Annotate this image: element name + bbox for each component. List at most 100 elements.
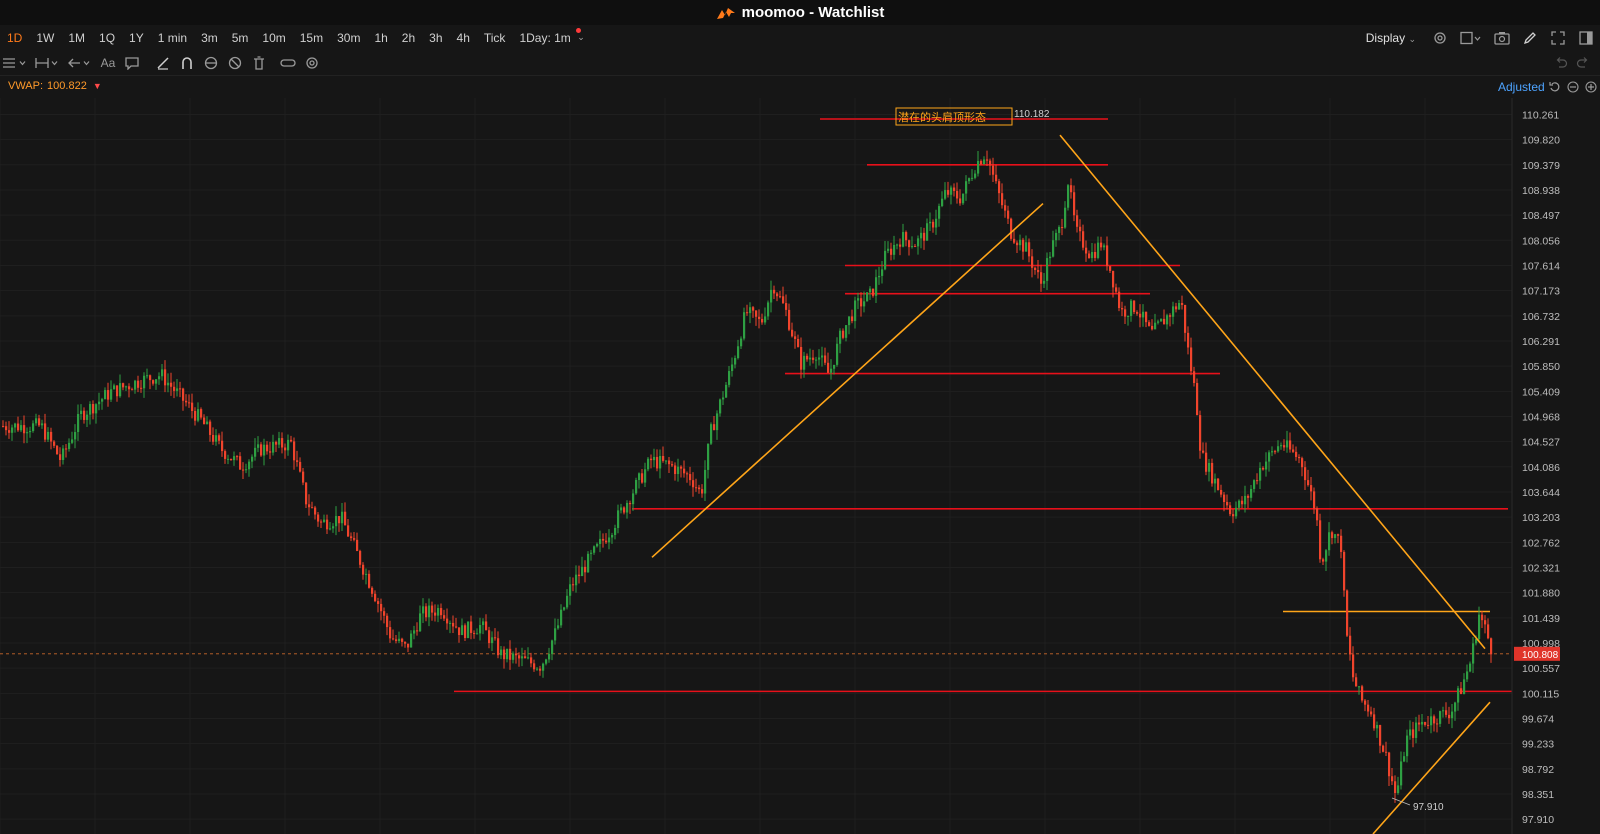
candle-body [263,444,266,456]
y-tick-label: 103.644 [1522,487,1560,499]
candle-body [269,451,272,453]
candle-body [527,657,530,659]
vwap-indicator[interactable]: VWAP: 100.822 ▼ [8,80,102,92]
y-tick-label: 110.261 [1522,109,1559,121]
measure-icon[interactable] [33,52,63,74]
timeframe-tick[interactable]: Tick [477,31,513,45]
y-tick-label: 105.850 [1522,361,1560,373]
candle-body [1436,723,1439,725]
candle-body [947,190,950,195]
line-tool-icon[interactable] [152,52,174,74]
timeframe-4h[interactable]: 4h [450,31,477,45]
text-tool-icon[interactable]: Aa [97,52,119,74]
candle-body [815,359,818,361]
candle-body [638,473,641,480]
y-tick-label: 100.557 [1522,663,1560,675]
link-icon[interactable] [277,52,299,74]
timeframe-1h[interactable]: 1h [367,31,394,45]
timeframe-2h[interactable]: 2h [395,31,422,45]
timeframe-1y[interactable]: 1Y [122,31,151,45]
reset-icon[interactable] [1546,81,1564,93]
camera-icon[interactable] [1491,27,1513,49]
candle-body [1298,456,1301,459]
timeframe-30m[interactable]: 30m [330,31,367,45]
candle-body [1490,638,1493,655]
candle-body [836,343,839,365]
y-tick-label: 106.291 [1522,336,1560,348]
timeframe-1w[interactable]: 1W [29,31,61,45]
candle-body [83,410,86,420]
candle-body [611,534,614,538]
candle-body [983,159,986,165]
timeframe-10m[interactable]: 10m [255,31,292,45]
candle-body [542,663,545,671]
candle-body [554,628,557,641]
candle-body [608,537,611,543]
timeframe-15m[interactable]: 15m [293,31,330,45]
candle-body [1136,312,1139,314]
candle-body [1304,467,1307,481]
price-chart[interactable]: 潜在的头肩顶形态 110.182 97.910 110.261 109.820 10… [0,98,1600,834]
candle-body [434,612,437,616]
candle-body [29,431,32,433]
timeframe-3m[interactable]: 3m [194,31,225,45]
candle-body [1469,663,1472,672]
timeframe-1q[interactable]: 1Q [92,31,122,45]
candle-body [1286,440,1289,448]
candle-body [959,198,962,204]
candle-body [1466,671,1469,680]
layout-square-icon[interactable] [1457,27,1485,49]
candle-body [377,601,380,604]
candle-body [92,404,95,414]
candle-body [1103,245,1106,248]
candle-body [209,421,212,435]
magnet-icon[interactable] [176,52,198,74]
candle-body [260,444,263,456]
timeframe-3h[interactable]: 3h [422,31,449,45]
adjusted-label[interactable]: Adjusted [1498,80,1546,94]
candle-body [830,368,833,373]
lock-icon[interactable] [200,52,222,74]
candle-body [1055,232,1058,241]
candle-body [842,330,845,338]
candle-body [461,625,464,636]
drawing-toolbar: Aa [0,51,1600,76]
timeframe-1m[interactable]: 1M [61,31,92,45]
timeframe-5m[interactable]: 5m [225,31,256,45]
hide-icon[interactable] [224,52,246,74]
redo-icon[interactable] [1572,56,1594,70]
candle-body [47,431,50,440]
y-tick-label: 107.614 [1522,261,1560,273]
candle-body [707,443,710,470]
fullscreen-icon[interactable] [1547,27,1569,49]
candle-body [1331,532,1334,539]
candle-body [215,435,218,442]
timeframe-1d[interactable]: 1D [0,31,29,45]
zoom-out-icon[interactable] [1564,81,1582,93]
candle-body [1046,258,1049,281]
zoom-in-icon[interactable] [1582,81,1600,93]
candle-body [1487,624,1490,639]
undo-icon[interactable] [1550,56,1572,70]
y-tick-label: 103.203 [1522,512,1560,524]
sidebar-toggle-icon[interactable] [1575,27,1597,49]
comment-icon[interactable] [121,52,143,74]
timeframe-1-min[interactable]: 1 min [151,31,194,45]
candle-body [443,615,446,619]
interval-select[interactable]: 1Day: 1m ⌄ [512,28,586,45]
arrow-left-icon[interactable] [65,52,95,74]
drawing-settings-gear-icon[interactable] [301,52,323,74]
candle-body [1178,303,1181,310]
indicator-menu-icon[interactable] [1,52,31,74]
caret-down-icon[interactable]: ▼ [93,81,102,91]
candle-body [515,653,518,656]
settings-gear-icon[interactable] [1429,27,1451,49]
candle-body [86,414,89,420]
candle-body [1238,500,1241,508]
display-button[interactable]: Display ⌄ [1366,31,1416,45]
candle-body [1085,247,1088,254]
trash-icon[interactable] [248,52,270,74]
candle-body [137,380,140,388]
pencil-icon[interactable] [1519,27,1541,49]
candle-body [1478,614,1481,639]
